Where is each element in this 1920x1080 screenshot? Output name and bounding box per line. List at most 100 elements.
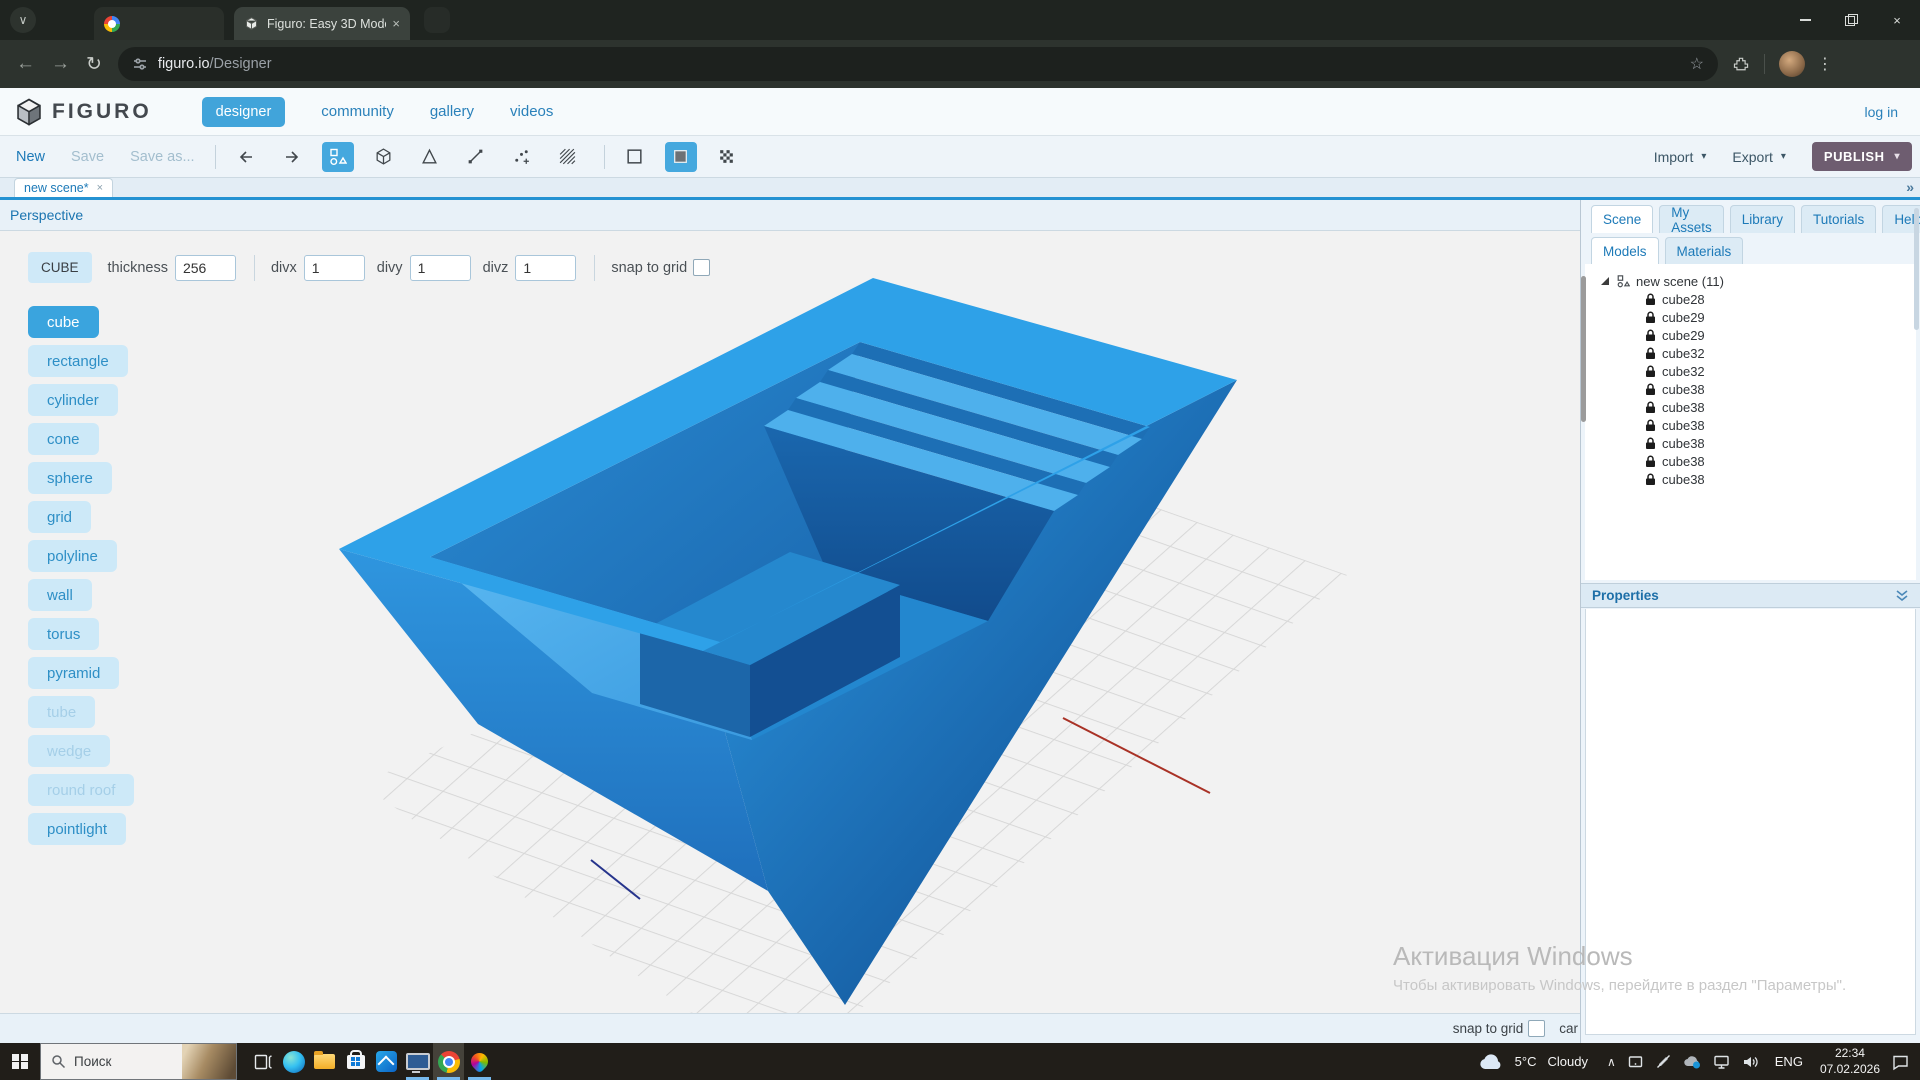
shape-button-cone[interactable]: cone: [28, 423, 99, 455]
tab-close-icon[interactable]: ×: [392, 16, 400, 31]
shape-button-cube[interactable]: cube: [28, 306, 99, 338]
viewport-canvas[interactable]: [0, 232, 1580, 1013]
action-center-icon[interactable]: [1891, 1053, 1910, 1071]
shape-button-polyline[interactable]: polyline: [28, 540, 117, 572]
tab-scene[interactable]: Scene: [1591, 205, 1653, 233]
properties-header[interactable]: Properties: [1581, 583, 1920, 608]
profile-avatar[interactable]: [1779, 51, 1805, 77]
forward-button[interactable]: →: [51, 53, 70, 75]
tree-scrollbar[interactable]: [1581, 276, 1586, 422]
tree-item[interactable]: cube28: [1585, 290, 1916, 308]
file-explorer-taskbar-icon[interactable]: [309, 1043, 340, 1080]
doc-tab-close-icon[interactable]: ×: [97, 182, 103, 194]
tree-item[interactable]: cube38: [1585, 452, 1916, 470]
tree-root-row[interactable]: new scene (11): [1585, 272, 1916, 290]
tree-item[interactable]: cube38: [1585, 380, 1916, 398]
tab-materials[interactable]: Materials: [1665, 237, 1744, 265]
divx-input[interactable]: [304, 255, 365, 281]
cube-tool-button[interactable]: [368, 142, 400, 172]
shape-button-pyramid[interactable]: pyramid: [28, 657, 119, 689]
panel-scrollbar[interactable]: [1914, 208, 1919, 330]
tab-search-button[interactable]: ∨: [10, 7, 36, 33]
onedrive-icon[interactable]: [1683, 1054, 1702, 1069]
new-button[interactable]: New: [16, 149, 45, 165]
speaker-icon[interactable]: [1742, 1054, 1760, 1070]
task-view-button[interactable]: [247, 1043, 278, 1080]
maximize-button[interactable]: [1828, 0, 1874, 40]
network-icon[interactable]: [1713, 1054, 1731, 1070]
edge-taskbar-icon[interactable]: [278, 1043, 309, 1080]
redo-button[interactable]: [276, 142, 308, 172]
new-tab-button[interactable]: [424, 7, 450, 33]
hatch-tool-button[interactable]: [552, 142, 584, 172]
taskbar-search-box[interactable]: Поиск: [40, 1043, 237, 1080]
tree-item[interactable]: cube38: [1585, 398, 1916, 416]
back-button[interactable]: ←: [16, 53, 35, 75]
browser-menu-kebab-icon[interactable]: ⋮: [1817, 54, 1833, 74]
nav-gallery[interactable]: gallery: [430, 103, 474, 120]
double-chevron-down-icon[interactable]: [1895, 589, 1909, 602]
save-as-button[interactable]: Save as...: [130, 149, 194, 165]
microsoft-store-taskbar-icon[interactable]: [340, 1043, 371, 1080]
nav-designer[interactable]: designer: [202, 97, 286, 127]
export-button[interactable]: Export▾: [1732, 149, 1786, 165]
weather-temp[interactable]: 5°C: [1515, 1054, 1537, 1069]
login-link[interactable]: log in: [1865, 104, 1898, 120]
nav-videos[interactable]: videos: [510, 103, 553, 120]
muted-device-icon[interactable]: [1655, 1053, 1672, 1070]
save-button[interactable]: Save: [71, 149, 104, 165]
tablet-mode-icon[interactable]: [1627, 1053, 1644, 1070]
publish-button[interactable]: PUBLISH▾: [1812, 142, 1912, 171]
shape-button-wall[interactable]: wall: [28, 579, 92, 611]
minimize-button[interactable]: [1782, 0, 1828, 40]
tab-tutorials[interactable]: Tutorials: [1801, 205, 1876, 233]
snap-to-grid-checkbox-bottom[interactable]: [1528, 1020, 1545, 1037]
display-app-taskbar-icon[interactable]: [402, 1043, 433, 1080]
extensions-icon[interactable]: [1732, 55, 1750, 73]
browser-tab-google[interactable]: [94, 7, 224, 40]
points-tool-button[interactable]: [506, 142, 538, 172]
bookmark-star-icon[interactable]: ☆: [1690, 54, 1704, 74]
tree-item[interactable]: cube32: [1585, 344, 1916, 362]
mail-taskbar-icon[interactable]: [371, 1043, 402, 1080]
line-tool-button[interactable]: [460, 142, 492, 172]
taskbar-clock[interactable]: 22:34 07.02.2026: [1820, 1046, 1880, 1077]
solid-mode-button[interactable]: [665, 142, 697, 172]
nav-community[interactable]: community: [321, 103, 394, 120]
shape-button-sphere[interactable]: sphere: [28, 462, 112, 494]
wireframe-mode-button[interactable]: [619, 142, 651, 172]
language-indicator[interactable]: ENG: [1775, 1054, 1803, 1069]
start-button[interactable]: [0, 1043, 40, 1080]
shape-button-round-roof[interactable]: round roof: [28, 774, 134, 806]
tree-item[interactable]: cube32: [1585, 362, 1916, 380]
thickness-input[interactable]: [175, 255, 236, 281]
shape-button-torus[interactable]: torus: [28, 618, 99, 650]
tree-item[interactable]: cube29: [1585, 308, 1916, 326]
shape-button-cylinder[interactable]: cylinder: [28, 384, 118, 416]
paint-app-taskbar-icon[interactable]: [464, 1043, 495, 1080]
textured-mode-button[interactable]: [711, 142, 743, 172]
tree-item[interactable]: cube38: [1585, 470, 1916, 488]
reload-button[interactable]: ↻: [86, 53, 102, 76]
import-button[interactable]: Import▾: [1654, 149, 1707, 165]
scene-document-tab[interactable]: new scene* ×: [14, 178, 113, 197]
tree-expand-icon[interactable]: [1601, 277, 1610, 286]
double-chevron-right-icon[interactable]: »: [1906, 179, 1914, 195]
tray-expand-icon[interactable]: ∧: [1607, 1055, 1616, 1069]
shape-button-wedge[interactable]: wedge: [28, 735, 110, 767]
close-window-button[interactable]: ×: [1874, 0, 1920, 40]
divy-input[interactable]: [410, 255, 471, 281]
search-highlight-image[interactable]: [182, 1044, 236, 1079]
tree-item[interactable]: cube38: [1585, 416, 1916, 434]
undo-button[interactable]: [230, 142, 262, 172]
cone-tool-button[interactable]: [414, 142, 446, 172]
shape-button-tube[interactable]: tube: [28, 696, 95, 728]
divz-input[interactable]: [515, 255, 576, 281]
shape-button-grid[interactable]: grid: [28, 501, 91, 533]
shape-button-pointlight[interactable]: pointlight: [28, 813, 126, 845]
chrome-taskbar-icon[interactable]: [433, 1043, 464, 1080]
select-shapes-button[interactable]: [322, 142, 354, 172]
tree-item[interactable]: cube38: [1585, 434, 1916, 452]
tab-models[interactable]: Models: [1591, 237, 1659, 265]
weather-condition[interactable]: Cloudy: [1548, 1054, 1588, 1069]
